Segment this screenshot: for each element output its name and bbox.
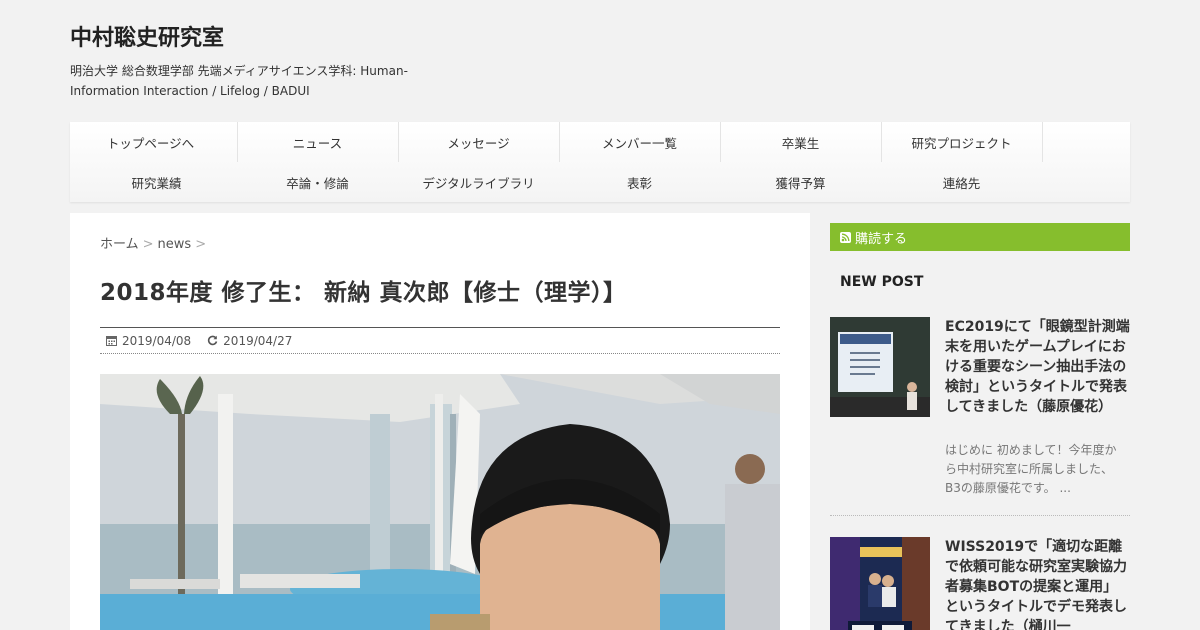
- published-date: 2019/04/08: [122, 333, 192, 348]
- nav-divider: [881, 122, 882, 162]
- nav-item-contact[interactable]: 連絡先: [881, 162, 1042, 202]
- post-divider: [830, 515, 1130, 516]
- refresh-icon: [208, 335, 218, 346]
- nav-item-message[interactable]: メッセージ: [398, 122, 559, 162]
- calendar-icon: [106, 336, 117, 346]
- nav-item-alumni[interactable]: 卒業生: [720, 122, 881, 162]
- nav-item-theses[interactable]: 卒論・修論: [237, 162, 398, 202]
- breadcrumb-home[interactable]: ホーム: [100, 237, 139, 252]
- published-date-wrapper: 2019/04/08: [106, 334, 191, 348]
- subscribe-button[interactable]: 購読する: [830, 223, 1130, 251]
- updated-date: 2019/04/27: [223, 333, 293, 348]
- nav-divider: [1042, 122, 1043, 162]
- breadcrumb: ホーム > news >: [100, 233, 210, 252]
- sidebar: 購読する NEW POST EC2019にて「眼鏡型計測端末を用いたゲームプレイ…: [830, 223, 1130, 630]
- nav-item-awards[interactable]: 表彰: [559, 162, 720, 202]
- breadcrumb-category[interactable]: news: [158, 237, 192, 252]
- nav-item-news[interactable]: ニュース: [237, 122, 398, 162]
- nav-divider: [720, 122, 721, 162]
- nav-divider: [237, 122, 238, 162]
- nav-item-funding[interactable]: 獲得予算: [720, 162, 881, 202]
- main-nav: トップページへ ニュース メッセージ メンバー一覧 卒業生 研究プロジェクト 研…: [70, 122, 1130, 202]
- subscribe-label: 購読する: [855, 231, 908, 247]
- rss-icon: [840, 231, 851, 243]
- post-featured-image: [100, 374, 780, 630]
- sidebar-post-title[interactable]: EC2019にて「眼鏡型計測端末を用いたゲームプレイにおける重要なシーン抽出手法…: [945, 317, 1130, 417]
- article: ホーム > news > 2018年度 修了生： 新納 真次郎【修士（理学）】 201…: [70, 213, 810, 630]
- nav-item-digital-library[interactable]: デジタルライブラリ: [398, 162, 559, 202]
- updated-date-wrapper: 2019/04/27: [207, 334, 292, 348]
- nav-item-top[interactable]: トップページへ: [70, 122, 231, 162]
- breadcrumb-separator: >: [195, 237, 207, 252]
- new-post-heading: NEW POST: [840, 274, 924, 290]
- breadcrumb-separator: >: [142, 237, 154, 252]
- post-meta: 2019/04/08 2019/04/27: [100, 327, 780, 354]
- nav-divider: [398, 122, 399, 162]
- post-title: 2018年度 修了生： 新納 真次郎【修士（理学）】: [100, 280, 627, 306]
- post-thumbnail[interactable]: [830, 537, 930, 630]
- sidebar-post-excerpt: はじめに 初めまして！今年度から中村研究室に所属しました、B3の藤原優花です。 …: [945, 443, 1117, 495]
- site-title[interactable]: 中村聡史研究室: [70, 20, 224, 52]
- nav-item-publications[interactable]: 研究業績: [76, 162, 237, 202]
- nav-item-members[interactable]: メンバー一覧: [559, 122, 720, 162]
- site-description: 明治大学 総合数理学部 先端メディアサイエンス学科: Human-Informa…: [70, 64, 408, 98]
- nav-item-projects[interactable]: 研究プロジェクト: [881, 122, 1042, 162]
- post-thumbnail[interactable]: [830, 317, 930, 417]
- nav-divider: [559, 122, 560, 162]
- sidebar-post-title[interactable]: WISS2019で「適切な距離で依頼可能な研究室実験協力者募集BOTの提案と運用…: [945, 537, 1130, 630]
